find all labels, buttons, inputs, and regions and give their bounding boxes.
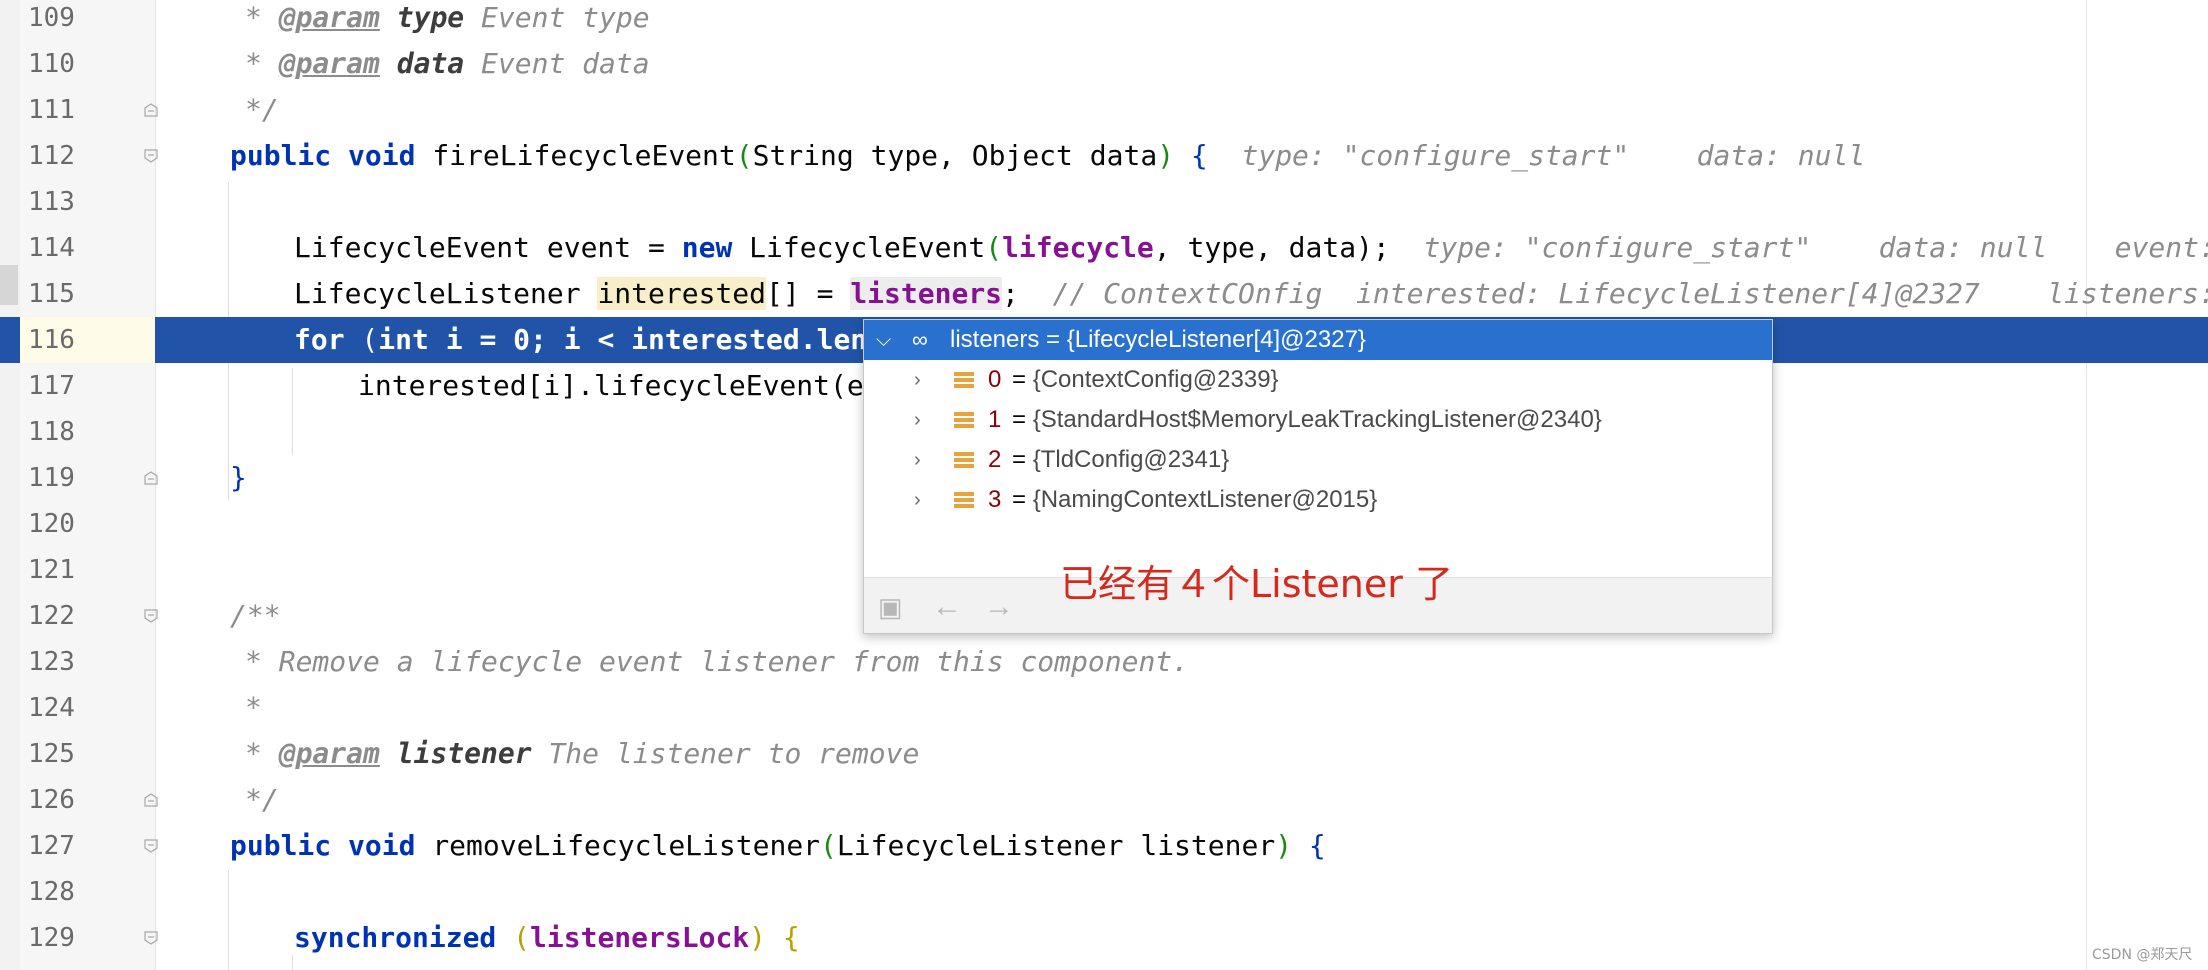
chevron-right-icon[interactable]: › <box>914 400 921 440</box>
line-number: 110 <box>28 49 75 79</box>
popup-header-label: listeners = {LifecycleListener[4]@2327} <box>950 326 1366 353</box>
popup-array-item[interactable]: › 3 = {NamingContextListener@2015} <box>864 480 1772 520</box>
code-line: 125 * @param listener The listener to re… <box>0 731 2208 777</box>
line-number: 111 <box>28 95 75 125</box>
line-number: 114 <box>28 233 75 263</box>
code-line: 112 public void fireLifecycleEvent(Strin… <box>0 133 2208 179</box>
fold-end-icon[interactable] <box>143 102 159 118</box>
code-line: 127 public void removeLifecycleListener(… <box>0 823 2208 869</box>
line-number: 118 <box>28 417 75 447</box>
code-line: 113 <box>0 179 2208 225</box>
code-line: 115 LifecycleListener interested[] = lis… <box>0 271 2208 317</box>
line-number: 124 <box>28 693 75 723</box>
code-line: 110 * @param data Event data <box>0 41 2208 87</box>
code-text: for (int i = 0; i < interested.lengt <box>294 323 901 356</box>
code-text: * <box>245 691 262 724</box>
watermark: CSDN @郑天尺 <box>2092 947 2193 963</box>
pin-icon[interactable]: ▣ <box>878 592 903 623</box>
arrow-left-icon[interactable]: ← <box>932 590 962 624</box>
code-line: 111 */ <box>0 87 2208 133</box>
code-line: 129 synchronized (listenersLock) { <box>0 915 2208 961</box>
stack-icon <box>954 372 974 390</box>
code-text: interested[i].lifecycleEvent(eve <box>358 369 898 402</box>
code-text: * @param type Event type <box>245 1 650 34</box>
line-number: 127 <box>28 831 75 861</box>
code-text: * @param listener The listener to remove <box>245 737 920 770</box>
line-number: 112 <box>28 141 75 171</box>
line-number: 122 <box>28 601 75 631</box>
code-text: public void fireLifecycleEvent(String ty… <box>230 139 1866 172</box>
line-number: 109 <box>28 3 75 33</box>
line-number: 119 <box>28 463 75 493</box>
code-text: LifecycleListener interested[] = listene… <box>294 271 2208 317</box>
code-text: * @param data Event data <box>245 47 650 80</box>
glasses-icon: ∞ <box>912 327 928 352</box>
code-text: } <box>230 461 247 494</box>
code-text: synchronized (listenersLock) { <box>294 921 800 954</box>
line-number: 128 <box>28 877 75 907</box>
chevron-right-icon[interactable]: › <box>914 360 921 400</box>
popup-array-item[interactable]: › 0 = {ContextConfig@2339} <box>864 360 1772 400</box>
code-text: */ <box>245 783 279 816</box>
chevron-right-icon[interactable]: › <box>914 440 921 480</box>
chevron-right-icon[interactable]: › <box>914 480 921 520</box>
fold-end-icon[interactable] <box>143 470 159 486</box>
code-comment: // ContextCOnfig <box>1052 277 1323 310</box>
line-number: 126 <box>28 785 75 815</box>
popup-array-item[interactable]: › 1 = {StandardHost$MemoryLeakTrackingLi… <box>864 400 1772 440</box>
fold-start-icon[interactable] <box>143 930 159 946</box>
stack-icon <box>954 412 974 430</box>
fold-start-icon[interactable] <box>143 838 159 854</box>
fold-start-icon[interactable] <box>143 608 159 624</box>
popup-array-item[interactable]: › 2 = {TldConfig@2341} <box>864 440 1772 480</box>
arrow-right-icon[interactable]: → <box>984 590 1014 624</box>
line-number: 113 <box>28 187 75 217</box>
fold-end-icon[interactable] <box>143 792 159 808</box>
inline-debug-hint: interested: LifecycleListener[4]@2327 li… <box>1356 277 2208 310</box>
line-number: 123 <box>28 647 75 677</box>
line-number: 117 <box>28 371 75 401</box>
popup-header[interactable]: ⌵ ∞ listeners = {LifecycleListener[4]@23… <box>864 320 1772 360</box>
code-line: 126 */ <box>0 777 2208 823</box>
code-text: /** <box>230 599 281 632</box>
line-number: 116 <box>28 325 75 355</box>
code-text: * Remove a lifecycle event listener from… <box>245 645 1190 678</box>
line-number: 121 <box>28 555 75 585</box>
code-text: */ <box>245 93 279 126</box>
code-line: 114 LifecycleEvent event = new Lifecycle… <box>0 225 2208 271</box>
line-number: 125 <box>28 739 75 769</box>
inline-debug-hint: type: "configure_start" data: null <box>1241 139 1866 172</box>
line-number: 129 <box>28 923 75 953</box>
line-number: 115 <box>28 279 75 309</box>
code-line: 109 * @param type Event type <box>0 0 2208 41</box>
fold-start-icon[interactable] <box>143 148 159 164</box>
chevron-down-icon[interactable]: ⌵ <box>876 320 891 360</box>
stack-icon <box>954 492 974 510</box>
stack-icon <box>954 452 974 470</box>
line-number: 120 <box>28 509 75 539</box>
code-line: 123 * Remove a lifecycle event listener … <box>0 639 2208 685</box>
code-text: LifecycleEvent event = new LifecycleEven… <box>294 225 2208 271</box>
code-line: 128 <box>0 869 2208 915</box>
annotation-text: 已经有４个Listener 了 <box>1060 562 1453 606</box>
code-line: 124 * <box>0 685 2208 731</box>
inline-debug-hint: type: "configure_start" data: null event… <box>1423 231 2208 264</box>
code-text: public void removeLifecycleListener(Life… <box>230 829 1326 862</box>
